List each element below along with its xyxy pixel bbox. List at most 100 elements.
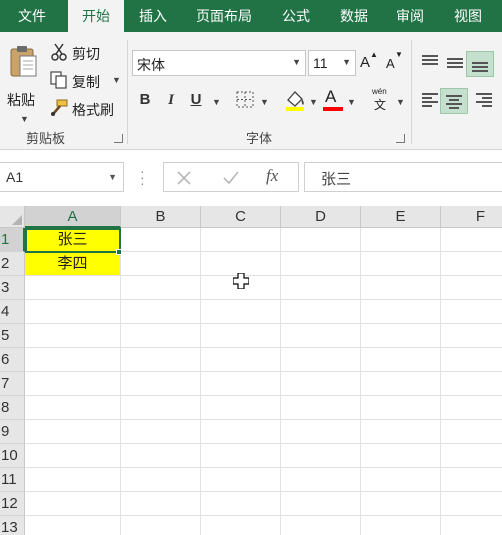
phonetic-dropdown-icon[interactable]: ▼ xyxy=(396,97,405,107)
row-header-3[interactable]: 3 xyxy=(0,276,25,300)
cell-a2[interactable]: 李四 xyxy=(25,252,121,276)
font-color-button[interactable]: A xyxy=(322,87,344,113)
cell-d10[interactable] xyxy=(281,444,361,468)
cell-d6[interactable] xyxy=(281,348,361,372)
cell-b7[interactable] xyxy=(121,372,201,396)
cell-b2[interactable] xyxy=(121,252,201,276)
cut-button[interactable]: 剪切 xyxy=(50,41,128,65)
cell-d8[interactable] xyxy=(281,396,361,420)
italic-button[interactable]: I xyxy=(162,89,180,111)
cell-a9[interactable] xyxy=(25,420,121,444)
row-header-8[interactable]: 8 xyxy=(0,396,25,420)
format-painter-button[interactable]: 格式刷 xyxy=(50,97,128,121)
cell-f9[interactable] xyxy=(441,420,502,444)
row-header-6[interactable]: 6 xyxy=(0,348,25,372)
column-header-b[interactable]: B xyxy=(121,206,201,228)
cell-f13[interactable] xyxy=(441,516,502,535)
align-top-icon[interactable] xyxy=(420,52,440,72)
chevron-down-icon[interactable]: ▼ xyxy=(108,172,117,182)
cell-e12[interactable] xyxy=(361,492,441,516)
column-header-f[interactable]: F xyxy=(441,206,502,228)
bold-button[interactable]: B xyxy=(136,89,154,111)
cell-d3[interactable] xyxy=(281,276,361,300)
underline-dropdown-icon[interactable]: ▼ xyxy=(212,97,221,107)
row-header-4[interactable]: 4 xyxy=(0,300,25,324)
cell-f6[interactable] xyxy=(441,348,502,372)
align-middle-icon[interactable] xyxy=(445,54,465,74)
copy-dropdown-icon[interactable]: ▼ xyxy=(112,75,121,85)
decrease-font-size-button[interactable]: A ▼ xyxy=(386,50,404,74)
tab-formulas[interactable]: 公式 xyxy=(272,0,320,32)
increase-font-size-button[interactable]: A ▲ xyxy=(360,50,378,74)
cell-f11[interactable] xyxy=(441,468,502,492)
cell-c6[interactable] xyxy=(201,348,281,372)
cell-f7[interactable] xyxy=(441,372,502,396)
cell-e13[interactable] xyxy=(361,516,441,535)
cell-a12[interactable] xyxy=(25,492,121,516)
borders-dropdown-icon[interactable]: ▼ xyxy=(260,97,269,107)
cell-b6[interactable] xyxy=(121,348,201,372)
cell-b8[interactable] xyxy=(121,396,201,420)
font-size-dropdown[interactable]: 11 ▼ xyxy=(308,50,356,76)
font-name-dropdown[interactable]: 宋体 ▼ xyxy=(132,50,306,76)
cell-e9[interactable] xyxy=(361,420,441,444)
cell-c8[interactable] xyxy=(201,396,281,420)
row-header-12[interactable]: 12 xyxy=(0,492,25,516)
cell-e8[interactable] xyxy=(361,396,441,420)
cell-c4[interactable] xyxy=(201,300,281,324)
cell-d5[interactable] xyxy=(281,324,361,348)
tab-view[interactable]: 视图 xyxy=(444,0,492,32)
row-header-1[interactable]: 1 xyxy=(0,228,25,252)
cell-a10[interactable] xyxy=(25,444,121,468)
align-right-icon[interactable] xyxy=(474,90,494,110)
cell-a5[interactable] xyxy=(25,324,121,348)
cell-c13[interactable] xyxy=(201,516,281,535)
row-header-10[interactable]: 10 xyxy=(0,444,25,468)
cell-e3[interactable] xyxy=(361,276,441,300)
cell-a7[interactable] xyxy=(25,372,121,396)
cell-f1[interactable] xyxy=(441,228,502,252)
cell-e5[interactable] xyxy=(361,324,441,348)
more-options-icon[interactable]: · · · xyxy=(140,164,145,190)
cell-d12[interactable] xyxy=(281,492,361,516)
tab-data[interactable]: 数据 xyxy=(330,0,378,32)
cell-b4[interactable] xyxy=(121,300,201,324)
cell-a8[interactable] xyxy=(25,396,121,420)
tab-insert[interactable]: 插入 xyxy=(128,0,178,32)
cell-e4[interactable] xyxy=(361,300,441,324)
cell-d4[interactable] xyxy=(281,300,361,324)
cell-f8[interactable] xyxy=(441,396,502,420)
cell-a13[interactable] xyxy=(25,516,121,535)
cell-c10[interactable] xyxy=(201,444,281,468)
cell-c9[interactable] xyxy=(201,420,281,444)
tab-home[interactable]: 开始 xyxy=(68,0,124,33)
select-all-button[interactable] xyxy=(0,206,25,228)
fill-color-icon[interactable] xyxy=(284,88,306,112)
column-header-a[interactable]: A xyxy=(25,206,121,228)
cell-d9[interactable] xyxy=(281,420,361,444)
cell-a11[interactable] xyxy=(25,468,121,492)
column-header-c[interactable]: C xyxy=(201,206,281,228)
cell-c11[interactable] xyxy=(201,468,281,492)
tab-file[interactable]: 文件 xyxy=(0,0,64,32)
cell-d11[interactable] xyxy=(281,468,361,492)
cell-d13[interactable] xyxy=(281,516,361,535)
font-color-dropdown-icon[interactable]: ▼ xyxy=(347,97,356,107)
cell-c12[interactable] xyxy=(201,492,281,516)
cell-a1[interactable]: 张三 xyxy=(25,228,121,252)
cell-e11[interactable] xyxy=(361,468,441,492)
clipboard-dialog-launcher-icon[interactable] xyxy=(114,134,123,143)
cell-b12[interactable] xyxy=(121,492,201,516)
tab-review[interactable]: 审阅 xyxy=(388,0,432,32)
cell-c1[interactable] xyxy=(201,228,281,252)
tab-page-layout[interactable]: 页面布局 xyxy=(186,0,262,32)
cell-c5[interactable] xyxy=(201,324,281,348)
borders-icon[interactable] xyxy=(236,91,256,109)
paste-button[interactable]: 粘贴 ▼ xyxy=(4,40,42,124)
cell-e10[interactable] xyxy=(361,444,441,468)
row-header-11[interactable]: 11 xyxy=(0,468,25,492)
cell-f3[interactable] xyxy=(441,276,502,300)
formula-input[interactable]: 张三 xyxy=(304,162,502,192)
fill-handle[interactable] xyxy=(116,249,122,255)
cell-f4[interactable] xyxy=(441,300,502,324)
